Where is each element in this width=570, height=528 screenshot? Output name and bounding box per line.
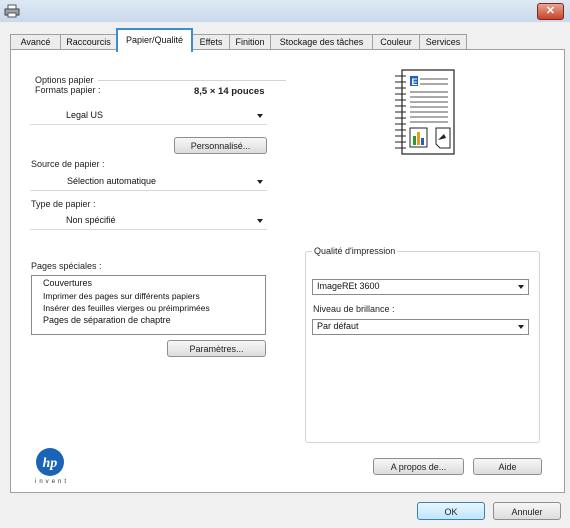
- special-settings-button[interactable]: Paramètres...: [167, 340, 266, 357]
- tab-stockage[interactable]: Stockage des tâches: [270, 34, 373, 50]
- print-quality-dropdown[interactable]: ImageREt 3600: [312, 279, 529, 295]
- type-label: Type de papier :: [31, 199, 96, 209]
- title-bar: [0, 0, 570, 23]
- paper-type-dropdown[interactable]: Non spécifié: [30, 213, 267, 230]
- list-item[interactable]: Pages de séparation de chaptre: [43, 315, 171, 325]
- tab-avance[interactable]: Avancé: [10, 34, 61, 50]
- ok-button[interactable]: OK: [417, 502, 485, 520]
- formats-label: Formats papier :: [35, 85, 101, 95]
- tab-services[interactable]: Services: [419, 34, 467, 50]
- chevron-down-icon: [257, 114, 263, 118]
- list-item[interactable]: Couvertures: [43, 278, 92, 288]
- paper-format-dropdown[interactable]: Legal US: [30, 108, 267, 125]
- hp-tagline: invent: [35, 479, 70, 485]
- special-pages-label: Pages spéciales :: [31, 261, 102, 271]
- paper-type-value: Non spécifié: [66, 215, 116, 225]
- list-item[interactable]: Imprimer des pages sur différents papier…: [43, 291, 200, 301]
- about-button[interactable]: A propos de...: [373, 458, 464, 475]
- paper-source-value: Sélection automatique: [67, 176, 157, 186]
- printer-icon: [4, 4, 20, 18]
- source-label: Source de papier :: [31, 159, 105, 169]
- page-preview-icon: E: [392, 68, 462, 158]
- paper-source-dropdown[interactable]: Sélection automatique: [30, 174, 267, 191]
- tab-effets[interactable]: Effets: [192, 34, 230, 50]
- hp-logo: hp: [35, 447, 65, 477]
- tab-raccourcis[interactable]: Raccourcis: [60, 34, 117, 50]
- quality-group-title: Qualité d'impression: [312, 246, 398, 256]
- gloss-label: Niveau de brillance :: [313, 304, 395, 314]
- chevron-down-icon: [518, 325, 524, 329]
- print-quality-value: ImageREt 3600: [317, 281, 380, 291]
- list-item[interactable]: Insérer des feuilles vierges ou préimpri…: [43, 303, 210, 313]
- paper-size-readout: 8,5 × 14 pouces: [194, 86, 265, 97]
- gloss-level-value: Par défaut: [317, 321, 359, 331]
- special-pages-list[interactable]: Couvertures Imprimer des pages sur diffé…: [31, 275, 266, 335]
- tab-couleur[interactable]: Couleur: [372, 34, 420, 50]
- paper-format-value: Legal US: [66, 110, 104, 120]
- svg-text:E: E: [412, 77, 418, 87]
- group-border: [98, 80, 286, 81]
- help-button[interactable]: Aide: [473, 458, 542, 475]
- tab-finition[interactable]: Finition: [229, 34, 271, 50]
- chevron-down-icon: [257, 219, 263, 223]
- chevron-down-icon: [518, 285, 524, 289]
- close-button[interactable]: ✕: [537, 3, 564, 20]
- chevron-down-icon: [257, 180, 263, 184]
- cancel-button[interactable]: Annuler: [493, 502, 561, 520]
- paper-group-title: Options papier: [35, 75, 94, 85]
- custom-size-button[interactable]: Personnalisé...: [174, 137, 267, 154]
- gloss-level-dropdown[interactable]: Par défaut: [312, 319, 529, 335]
- hp-logo-mark: hp: [43, 456, 58, 471]
- tab-papier-qualite[interactable]: Papier/Qualité: [116, 28, 193, 52]
